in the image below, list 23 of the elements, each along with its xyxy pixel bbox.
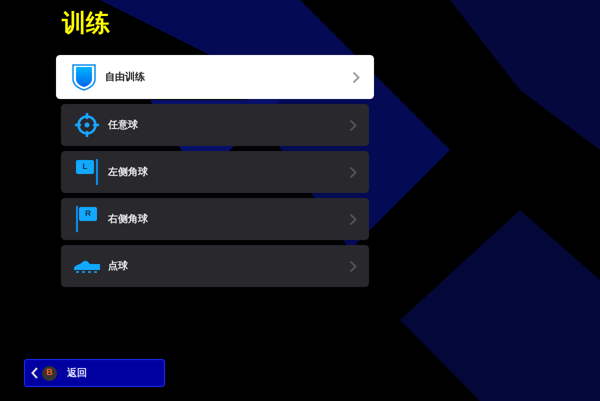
chevron-left-icon — [31, 367, 38, 379]
crosshair-icon — [74, 112, 100, 138]
menu-label: 点球 — [108, 260, 129, 274]
menu-label: 任意球 — [108, 118, 139, 132]
chevron-right-icon — [349, 260, 357, 272]
menu-item[interactable]: 自由训练 — [56, 55, 374, 99]
menu-item[interactable]: 点球 — [61, 245, 369, 287]
boot-icon — [73, 258, 101, 274]
menu-item[interactable]: L 左侧角球 — [61, 151, 369, 193]
chevron-right-icon — [349, 118, 357, 132]
back-label: 返回 — [67, 366, 87, 380]
menu-item[interactable]: R 右侧角球 — [61, 198, 369, 240]
key-badge: B — [42, 366, 57, 380]
back-button[interactable]: B 返回 — [24, 359, 165, 387]
shield-icon — [71, 63, 97, 91]
chevron-right-icon — [352, 70, 360, 84]
chevron-right-icon — [349, 166, 357, 178]
page-title: 训练 — [62, 9, 110, 39]
menu-item[interactable]: 任意球 — [61, 104, 369, 146]
menu-label: 右侧角球 — [108, 212, 149, 226]
menu-label: 自由训练 — [105, 70, 146, 84]
menu-label: 左侧角球 — [108, 166, 149, 180]
chevron-right-icon — [349, 212, 357, 226]
